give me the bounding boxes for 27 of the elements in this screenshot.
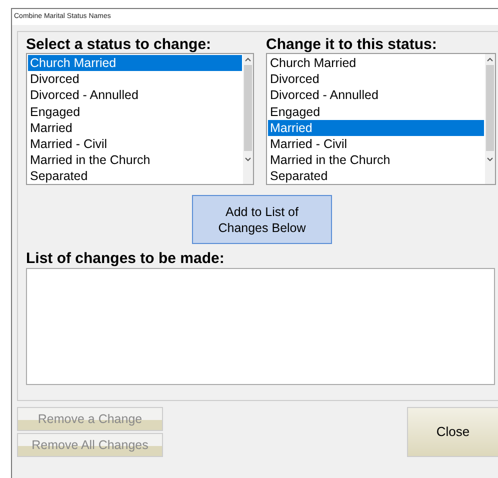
list-item[interactable]: Separated xyxy=(28,168,242,185)
list-item[interactable]: Married in the Church xyxy=(268,152,484,168)
button[interactable]: Close xyxy=(407,407,498,457)
add-button[interactable]: Add to List of Changes Below xyxy=(192,195,332,244)
list-item[interactable]: Married - Civil xyxy=(268,136,484,152)
list-item[interactable]: Divorced - Annulled xyxy=(28,87,242,104)
list-item[interactable]: Church Married xyxy=(28,55,242,72)
list-item[interactable]: Divorced xyxy=(28,71,242,88)
scroll-down-icon[interactable] xyxy=(487,157,493,162)
scrollbar-thumb[interactable] xyxy=(486,65,494,151)
list-item[interactable]: Married xyxy=(28,120,242,136)
list-item[interactable]: Divorced xyxy=(268,71,484,88)
list-item[interactable]: Married xyxy=(268,120,484,136)
scroll-up-icon[interactable] xyxy=(245,57,251,62)
list-label: Select a status to change: xyxy=(26,37,212,53)
list-item[interactable]: Married in the Church xyxy=(28,152,242,168)
list-label: List of changes to be made: xyxy=(26,251,226,267)
list-item[interactable]: Engaged xyxy=(28,104,242,120)
scroll-up-icon[interactable] xyxy=(487,57,493,62)
list-item[interactable]: Separated xyxy=(268,168,484,185)
list-item[interactable]: Divorced - Annulled xyxy=(268,87,484,104)
list-label: Change it to this status: xyxy=(266,37,438,53)
scroll-down-icon[interactable] xyxy=(245,157,251,162)
list-item[interactable]: Church Married xyxy=(268,55,484,72)
list-item[interactable]: Engaged xyxy=(268,104,484,120)
scrollbar-thumb[interactable] xyxy=(244,65,252,151)
list-item[interactable]: Married - Civil xyxy=(28,136,242,152)
